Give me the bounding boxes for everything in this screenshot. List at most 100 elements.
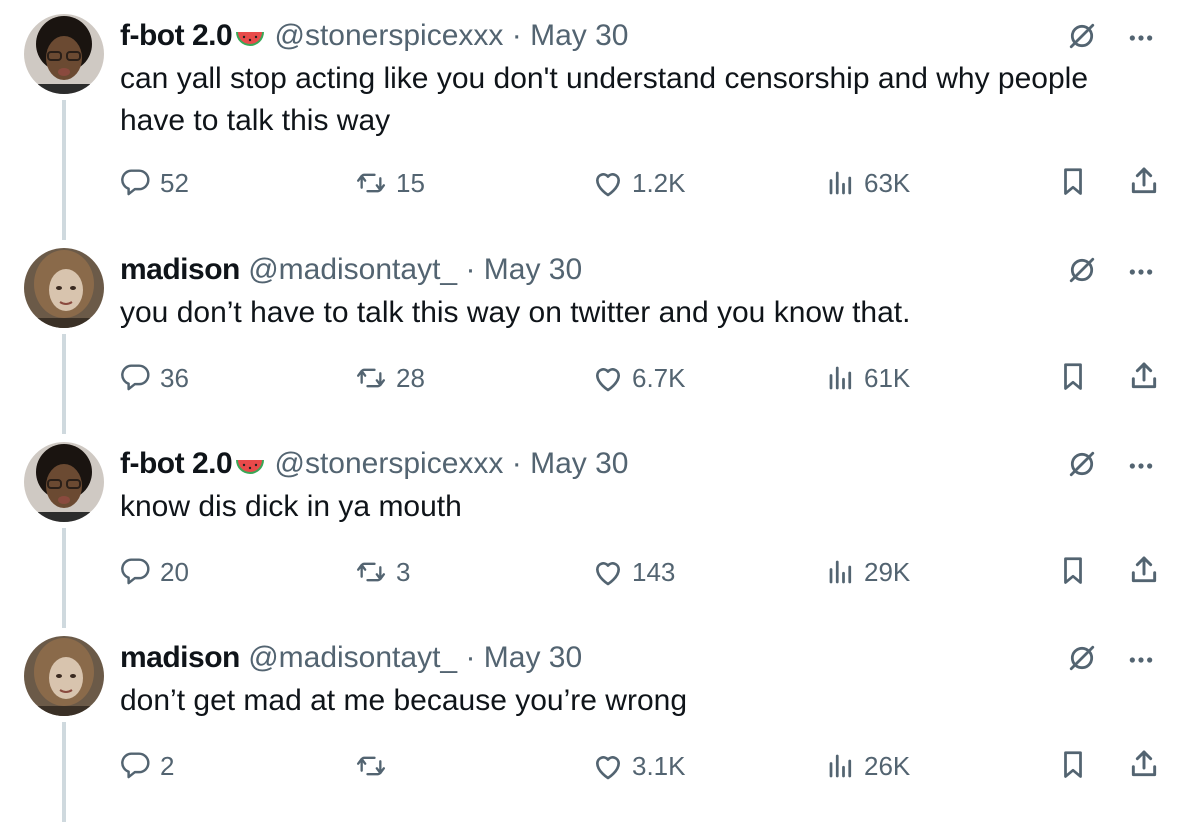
views-button[interactable]: 29K xyxy=(826,552,910,592)
grok-icon[interactable] xyxy=(1068,644,1096,677)
bookmark-icon[interactable] xyxy=(1058,165,1088,202)
repost-icon xyxy=(356,562,386,582)
avatar[interactable] xyxy=(24,14,104,94)
action-bar: 52 15 1.2K 63K xyxy=(120,163,1160,203)
tweet-text: know dis dick in ya mouth xyxy=(120,490,462,523)
post-date[interactable]: May 30 xyxy=(484,253,582,286)
views-icon xyxy=(829,754,852,778)
tweet[interactable]: f-bot 2.0 @stonerspicexxx · May 30 can y… xyxy=(0,0,1180,240)
share-icon[interactable] xyxy=(1128,554,1160,591)
post-date[interactable]: May 30 xyxy=(530,19,628,52)
views-button[interactable]: 61K xyxy=(826,358,910,398)
heart-icon xyxy=(595,173,621,197)
like-button[interactable]: 3.1K xyxy=(592,746,686,786)
display-name[interactable]: f-bot 2.0 xyxy=(120,19,233,52)
like-button[interactable]: 1.2K xyxy=(592,163,686,203)
avatar[interactable] xyxy=(24,248,104,328)
post-date[interactable]: May 30 xyxy=(530,447,628,480)
views-icon xyxy=(829,560,852,584)
separator: · xyxy=(465,641,476,674)
display-name[interactable]: f-bot 2.0 xyxy=(120,447,233,480)
separator: · xyxy=(511,19,522,52)
more-options-icon[interactable] xyxy=(1128,30,1154,48)
more-options-icon[interactable] xyxy=(1128,458,1154,476)
tweet-header: madison @madisontayt_ · May 30 xyxy=(120,252,582,288)
reply-count: 2 xyxy=(160,750,175,781)
share-icon[interactable] xyxy=(1128,360,1160,397)
bookmark-icon[interactable] xyxy=(1058,748,1088,785)
repost-icon xyxy=(356,368,386,388)
like-count: 143 xyxy=(632,556,676,587)
like-button[interactable]: 143 xyxy=(592,552,675,592)
tweet-header: f-bot 2.0 @stonerspicexxx · May 30 xyxy=(120,446,628,485)
reply-icon xyxy=(121,558,150,585)
thread-line xyxy=(62,528,66,628)
display-name[interactable]: madison xyxy=(120,253,240,286)
grok-icon[interactable] xyxy=(1068,450,1096,483)
avatar[interactable] xyxy=(24,636,104,716)
action-bar: 20 3 143 29K xyxy=(120,552,1160,592)
repost-button[interactable]: 15 xyxy=(354,163,425,203)
views-button[interactable]: 26K xyxy=(826,746,910,786)
tweet[interactable]: madison @madisontayt_ · May 30 don’t get… xyxy=(0,622,1180,822)
repost-count: 28 xyxy=(396,362,425,393)
grok-icon[interactable] xyxy=(1068,22,1096,55)
bookmark-icon[interactable] xyxy=(1058,554,1088,591)
repost-count: 15 xyxy=(396,167,425,198)
reply-count: 36 xyxy=(160,362,189,393)
views-icon xyxy=(829,171,852,195)
watermelon-icon xyxy=(234,449,266,485)
like-count: 1.2K xyxy=(632,167,686,198)
tweet-text: don’t get mad at me because you’re wrong xyxy=(120,684,687,717)
reply-icon xyxy=(121,169,150,196)
like-button[interactable]: 6.7K xyxy=(592,358,686,398)
reply-button[interactable]: 52 xyxy=(120,163,189,203)
thread-line xyxy=(62,722,66,822)
bookmark-icon[interactable] xyxy=(1058,360,1088,397)
reply-count: 20 xyxy=(160,556,189,587)
user-handle[interactable]: @madisontayt_ xyxy=(248,253,457,286)
reply-icon xyxy=(121,364,150,391)
separator: · xyxy=(511,447,522,480)
like-count: 3.1K xyxy=(632,750,686,781)
user-handle[interactable]: @madisontayt_ xyxy=(248,641,457,674)
repost-icon xyxy=(356,756,386,776)
thread-line xyxy=(62,334,66,434)
tweet[interactable]: f-bot 2.0 @stonerspicexxx · May 30 know … xyxy=(0,428,1180,628)
heart-icon xyxy=(595,562,621,586)
repost-count: 3 xyxy=(396,556,411,587)
views-icon xyxy=(829,366,852,390)
watermelon-icon xyxy=(234,21,266,57)
avatar[interactable] xyxy=(24,442,104,522)
more-options-icon[interactable] xyxy=(1128,264,1154,282)
reply-count: 52 xyxy=(160,167,189,198)
repost-button[interactable]: 3 xyxy=(354,552,410,592)
views-count: 63K xyxy=(864,167,911,198)
separator: · xyxy=(465,253,476,286)
action-bar: 2 3.1K 26K xyxy=(120,746,1160,786)
display-name[interactable]: madison xyxy=(120,641,240,674)
share-icon[interactable] xyxy=(1128,165,1160,202)
repost-button[interactable]: 28 xyxy=(354,358,425,398)
tweet-text: you don’t have to talk this way on twitt… xyxy=(120,296,911,329)
views-button[interactable]: 63K xyxy=(826,163,910,203)
reply-icon xyxy=(121,752,150,779)
reply-button[interactable]: 36 xyxy=(120,358,189,398)
grok-icon[interactable] xyxy=(1068,256,1096,289)
more-options-icon[interactable] xyxy=(1128,652,1154,670)
post-date[interactable]: May 30 xyxy=(484,641,582,674)
like-count: 6.7K xyxy=(632,362,686,393)
reply-button[interactable]: 20 xyxy=(120,552,189,592)
repost-button[interactable] xyxy=(354,746,396,786)
tweet[interactable]: madison @madisontayt_ · May 30 you don’t… xyxy=(0,234,1180,434)
user-handle[interactable]: @stonerspicexxx xyxy=(275,447,504,480)
action-bar: 36 28 6.7K 61K xyxy=(120,358,1160,398)
heart-icon xyxy=(595,368,621,392)
reply-button[interactable]: 2 xyxy=(120,746,174,786)
user-handle[interactable]: @stonerspicexxx xyxy=(275,19,504,52)
tweet-text: can yall stop acting like you don't unde… xyxy=(120,62,1089,137)
tweet-header: madison @madisontayt_ · May 30 xyxy=(120,640,582,676)
views-count: 26K xyxy=(864,750,911,781)
share-icon[interactable] xyxy=(1128,748,1160,785)
heart-icon xyxy=(595,756,621,780)
